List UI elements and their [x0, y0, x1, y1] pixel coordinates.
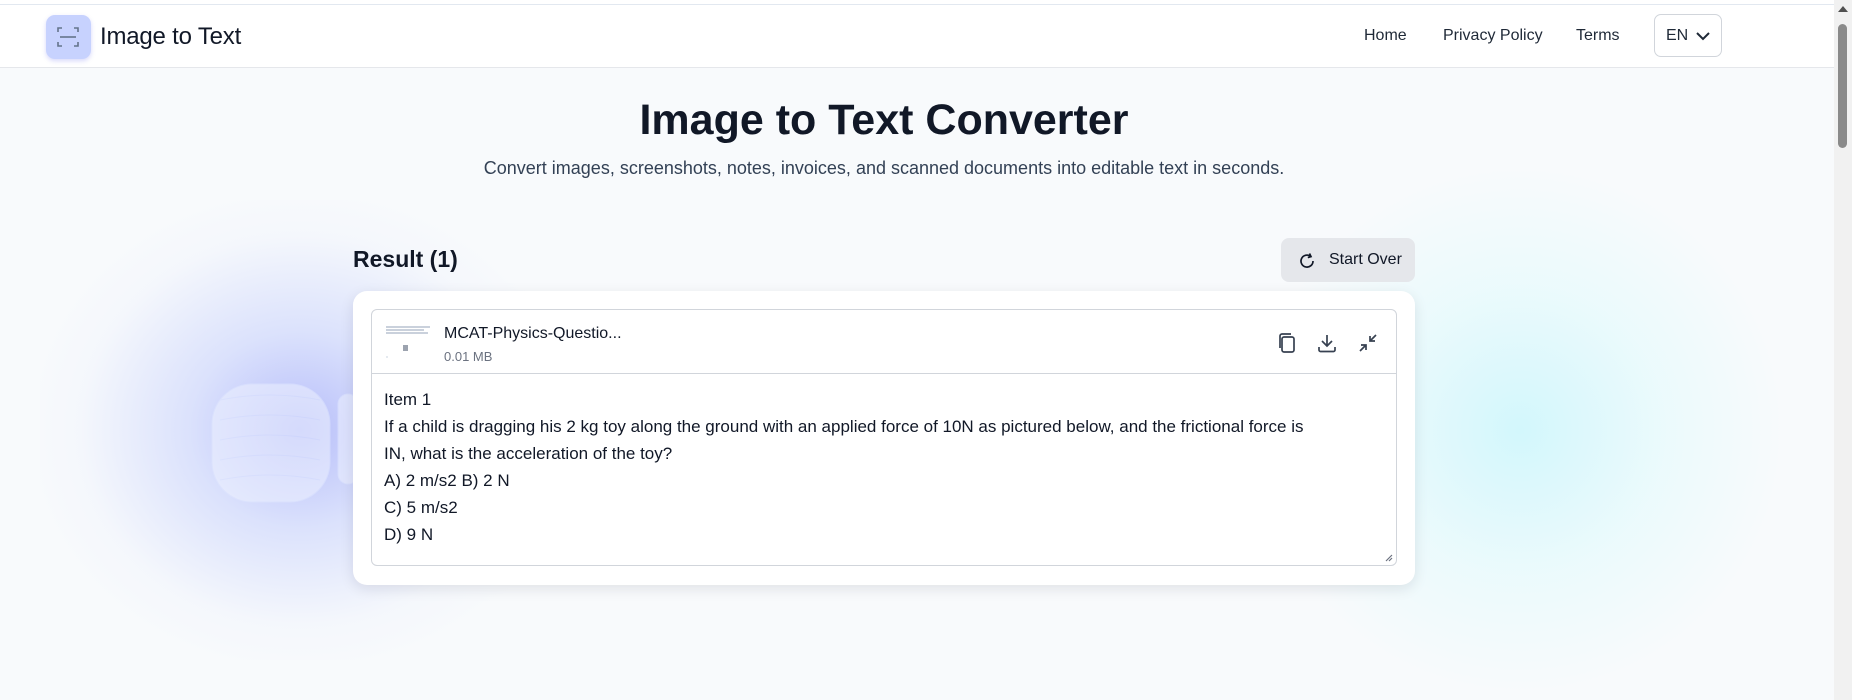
scan-icon: [57, 27, 79, 47]
collapse-icon[interactable]: [1356, 331, 1380, 355]
chevron-down-icon: [1696, 32, 1710, 41]
file-name: MCAT-Physics-Questio...: [444, 325, 622, 342]
scrollbar-thumb[interactable]: [1838, 24, 1847, 148]
refresh-icon: [1300, 253, 1314, 268]
file-size: 0.01 MB: [444, 349, 493, 364]
language-code: EN: [1666, 27, 1689, 44]
page-subtitle: Convert images, screenshots, notes, invo…: [483, 158, 1285, 178]
logo[interactable]: [46, 15, 91, 59]
nav-home[interactable]: Home: [1364, 27, 1407, 45]
page-title: Image to Text Converter: [639, 96, 1129, 144]
copy-icon[interactable]: [1275, 331, 1299, 355]
page-scrollbar[interactable]: [1834, 0, 1852, 700]
scroll-up-arrow[interactable]: [1838, 6, 1848, 12]
resize-handle-icon[interactable]: [1383, 552, 1393, 562]
language-select[interactable]: EN: [1654, 14, 1722, 57]
start-over-label: Start Over: [1329, 251, 1402, 268]
nav-terms[interactable]: Terms: [1576, 27, 1620, 45]
file-thumbnail: [384, 321, 432, 363]
download-icon[interactable]: [1315, 331, 1339, 355]
result-item: MCAT-Physics-Questio... 0.01 MB Item 1 I…: [371, 309, 1397, 566]
brand-name[interactable]: Image to Text: [100, 23, 241, 51]
site-header: Image to Text Home Privacy Policy Terms …: [0, 5, 1834, 68]
decorative-ghost-image: [211, 383, 359, 503]
nav-privacy-policy[interactable]: Privacy Policy: [1443, 27, 1543, 45]
result-card: MCAT-Physics-Questio... 0.01 MB Item 1 I…: [353, 291, 1415, 585]
result-textarea[interactable]: Item 1 If a child is dragging his 2 kg t…: [384, 386, 1384, 556]
file-header: MCAT-Physics-Questio... 0.01 MB: [372, 310, 1396, 374]
result-heading: Result (1): [353, 246, 458, 272]
start-over-button[interactable]: Start Over: [1281, 238, 1415, 282]
